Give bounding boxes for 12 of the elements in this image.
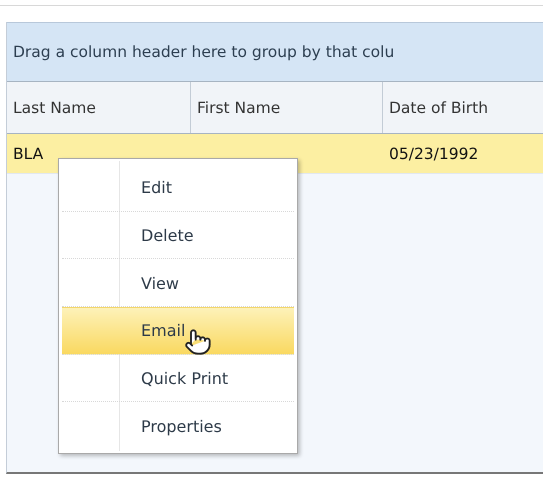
menu-item[interactable]: Quick Print [62,354,294,402]
menu-item[interactable]: Properties [62,402,294,450]
table-cell-text: 05/23/1992 [388,144,480,164]
column-header[interactable]: Last Name [7,82,191,133]
menu-item[interactable]: Delete [62,212,294,260]
table-cell-text: BLA [12,144,44,164]
hand-cursor-icon [184,328,212,356]
menu-item[interactable]: Email [62,307,294,355]
column-header[interactable]: Date of Birth [383,82,543,133]
group-panel-hint: Drag a column header here to group by that colu [13,43,394,61]
menu-item[interactable]: Edit [62,164,294,212]
column-header[interactable]: First Name [191,82,383,133]
